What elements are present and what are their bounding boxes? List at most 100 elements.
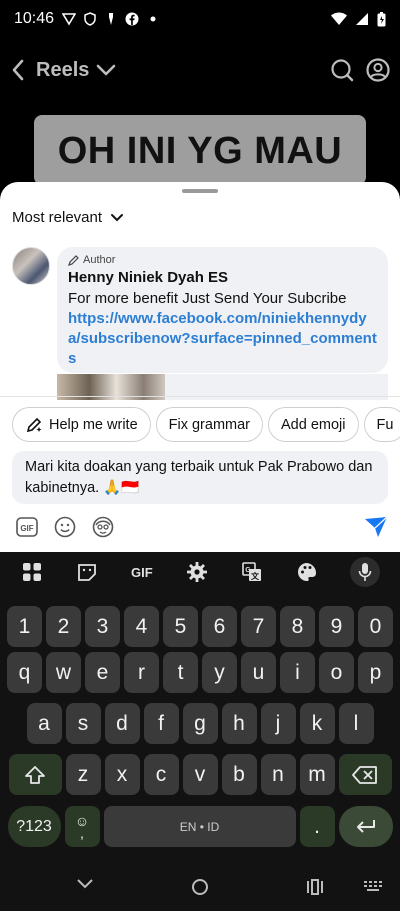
- emoji-comma-key[interactable]: ☺,: [64, 806, 100, 847]
- signal-icon: [356, 13, 368, 25]
- add-emoji-chip[interactable]: Add emoji: [268, 407, 359, 442]
- shield-icon: [84, 12, 96, 26]
- help-me-write-chip[interactable]: Help me write: [12, 407, 151, 442]
- facebook-status-icon: [125, 12, 139, 26]
- sheet-drag-handle[interactable]: [182, 189, 218, 193]
- key-j[interactable]: j: [260, 703, 296, 744]
- sort-label: Most relevant: [12, 209, 103, 226]
- keyboard-hide-icon[interactable]: [364, 881, 382, 893]
- key-7[interactable]: 7: [241, 606, 276, 647]
- key-b[interactable]: b: [221, 754, 257, 795]
- key-h[interactable]: h: [221, 703, 257, 744]
- key-5[interactable]: 5: [163, 606, 198, 647]
- key-8[interactable]: 8: [280, 606, 315, 647]
- profile-icon[interactable]: [366, 58, 390, 82]
- key-p[interactable]: p: [358, 652, 393, 693]
- number-row: 1234567890: [0, 606, 400, 647]
- composer-tools: GIF: [16, 516, 114, 538]
- key-c[interactable]: c: [143, 754, 179, 795]
- shift-key[interactable]: [8, 754, 62, 795]
- microphone-icon[interactable]: [350, 557, 381, 587]
- avatar-sticker-icon[interactable]: [92, 516, 114, 538]
- key-e[interactable]: e: [85, 652, 120, 693]
- key-z[interactable]: z: [65, 754, 101, 795]
- comment-input[interactable]: Mari kita doakan yang terbaik untuk Pak …: [12, 451, 388, 504]
- theme-palette-icon[interactable]: [295, 561, 319, 583]
- key-k[interactable]: k: [299, 703, 335, 744]
- key-4[interactable]: 4: [124, 606, 159, 647]
- divider: [0, 396, 400, 397]
- send-icon[interactable]: [364, 516, 388, 538]
- translate-icon[interactable]: 文G: [240, 561, 264, 583]
- keyboard: GIF 文G 1234567890 qwertyuiop asdfghjkl z…: [0, 552, 400, 859]
- more-chip[interactable]: Fu: [363, 407, 400, 442]
- comment-link[interactable]: https://www.facebook.com/niniekhennydya/…: [68, 309, 377, 369]
- settings-gear-icon[interactable]: [185, 561, 209, 583]
- video-caption: OH INI YG MAU: [34, 115, 366, 185]
- key-i[interactable]: i: [280, 652, 315, 693]
- symbols-key[interactable]: ?123: [7, 806, 61, 847]
- back-icon[interactable]: [10, 58, 26, 82]
- key-6[interactable]: 6: [202, 606, 237, 647]
- key-n[interactable]: n: [260, 754, 296, 795]
- letter-row-2: asdfghjkl: [0, 703, 400, 744]
- chevron-down-icon[interactable]: [95, 62, 117, 78]
- key-w[interactable]: w: [46, 652, 81, 693]
- letter-row-1: qwertyuiop: [0, 652, 400, 693]
- key-y[interactable]: y: [202, 652, 237, 693]
- chevron-down-icon: [111, 213, 124, 221]
- sort-dropdown[interactable]: Most relevant: [12, 209, 124, 226]
- key-u[interactable]: u: [241, 652, 276, 693]
- svg-text:文: 文: [251, 571, 260, 581]
- svg-text:G: G: [245, 567, 251, 574]
- sticker-icon[interactable]: [75, 561, 99, 583]
- letter-row-3: zxcvbnm: [0, 754, 400, 795]
- battery-icon: [377, 11, 386, 26]
- ai-suggestion-chips: Help me write Fix grammar Add emoji Fu: [12, 407, 400, 442]
- nav-back-chevron-icon[interactable]: [76, 877, 94, 891]
- nav-home-icon[interactable]: [191, 878, 209, 896]
- pencil-icon: [68, 254, 79, 266]
- emoji-icon[interactable]: [54, 516, 76, 538]
- nav-recents-icon[interactable]: [306, 879, 324, 895]
- keyboard-toolbar: GIF 文G: [0, 552, 400, 592]
- key-g[interactable]: g: [182, 703, 218, 744]
- key-a[interactable]: a: [26, 703, 62, 744]
- key-f[interactable]: f: [143, 703, 179, 744]
- author-tag-label: Author: [83, 254, 116, 266]
- key-m[interactable]: m: [299, 754, 335, 795]
- avatar[interactable]: [12, 247, 50, 285]
- key-s[interactable]: s: [65, 703, 101, 744]
- key-t[interactable]: t: [163, 652, 198, 693]
- key-v[interactable]: v: [182, 754, 218, 795]
- pencil-sparkle-icon: [26, 417, 42, 432]
- comment-author-name[interactable]: Henny Niniek Dyah ES: [68, 269, 377, 286]
- key-9[interactable]: 9: [319, 606, 354, 647]
- status-bar: 10:46: [0, 0, 400, 38]
- key-0[interactable]: 0: [358, 606, 393, 647]
- author-badge: Author: [68, 254, 377, 266]
- svg-text:GIF: GIF: [20, 524, 33, 533]
- key-x[interactable]: x: [104, 754, 140, 795]
- key-o[interactable]: o: [319, 652, 354, 693]
- gif-keyboard-icon[interactable]: GIF: [130, 561, 154, 583]
- key-1[interactable]: 1: [7, 606, 42, 647]
- key-l[interactable]: l: [338, 703, 374, 744]
- wifi-icon: [331, 12, 347, 25]
- key-r[interactable]: r: [124, 652, 159, 693]
- search-icon[interactable]: [330, 58, 354, 82]
- key-q[interactable]: q: [7, 652, 42, 693]
- enter-key[interactable]: [338, 806, 393, 847]
- backspace-key[interactable]: [338, 754, 392, 795]
- fix-grammar-chip[interactable]: Fix grammar: [155, 407, 264, 442]
- key-2[interactable]: 2: [46, 606, 81, 647]
- apps-grid-icon[interactable]: [20, 561, 44, 583]
- reels-title[interactable]: Reels: [36, 59, 89, 82]
- key-3[interactable]: 3: [85, 606, 120, 647]
- gif-icon[interactable]: GIF: [16, 516, 38, 538]
- key-d[interactable]: d: [104, 703, 140, 744]
- comment-bubble: Author Henny Niniek Dyah ES For more ben…: [57, 247, 388, 373]
- space-key[interactable]: EN • ID: [103, 806, 296, 847]
- period-key[interactable]: .: [299, 806, 335, 847]
- dot-icon: [150, 16, 156, 22]
